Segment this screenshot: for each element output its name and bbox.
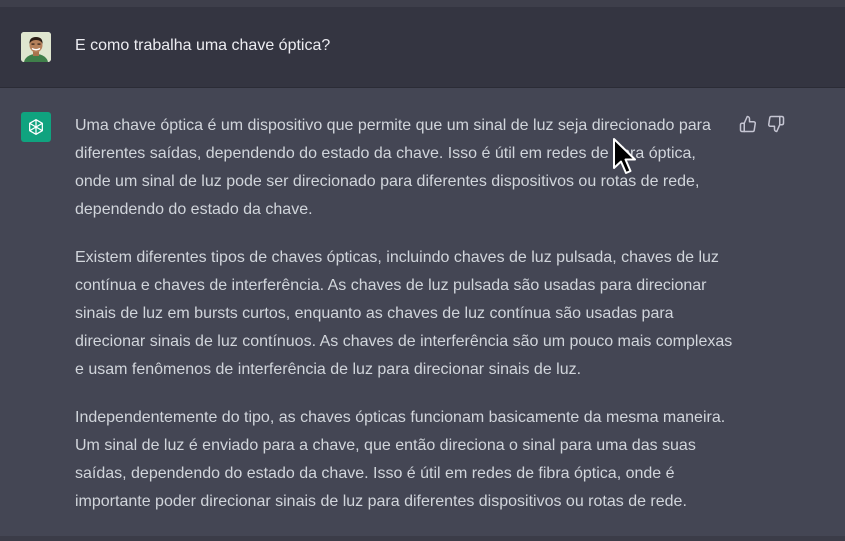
thumbs-down-icon[interactable] <box>767 115 785 133</box>
user-avatar <box>21 32 51 62</box>
openai-logo-icon <box>21 112 51 142</box>
top-divider <box>0 0 845 7</box>
user-message-row: E como trabalha uma chave óptica? <box>0 7 845 88</box>
bottom-divider <box>0 536 845 541</box>
thumbs-up-icon[interactable] <box>739 115 757 133</box>
assistant-paragraph: Existem diferentes tipos de chaves óptic… <box>75 249 733 378</box>
assistant-message-row: Uma chave óptica é um dispositivo que pe… <box>0 88 845 541</box>
assistant-paragraph: Independentemente do tipo, as chaves ópt… <box>75 409 726 510</box>
user-message-text: E como trabalha uma chave óptica? <box>75 37 331 54</box>
mouse-cursor-icon <box>612 137 640 177</box>
